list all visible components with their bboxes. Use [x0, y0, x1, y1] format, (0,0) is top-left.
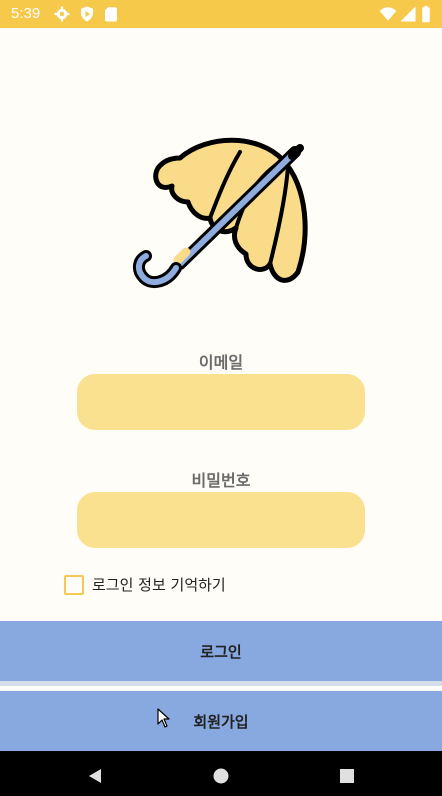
- recents-icon[interactable]: [338, 767, 356, 785]
- status-time: 5:39: [11, 5, 41, 22]
- signup-button[interactable]: 회원가입: [0, 691, 442, 751]
- email-input[interactable]: [77, 374, 365, 430]
- signal-icon: [400, 6, 416, 22]
- mouse-cursor-icon: [157, 708, 170, 728]
- umbrella-icon: [133, 137, 308, 289]
- login-button[interactable]: 로그인: [0, 621, 442, 681]
- home-icon[interactable]: [212, 767, 230, 785]
- remember-label: 로그인 정보 기억하기: [92, 576, 226, 594]
- remember-checkbox[interactable]: [64, 575, 84, 595]
- sd-card-icon: [105, 7, 117, 22]
- gear-icon: [54, 6, 70, 22]
- wifi-icon: [379, 7, 397, 21]
- battery-icon: [422, 5, 430, 23]
- button-divider: [0, 681, 442, 686]
- password-label: 비밀번호: [191, 471, 251, 490]
- login-button-label: 로그인: [200, 642, 242, 661]
- status-bar: 5:39: [0, 0, 442, 28]
- navigation-bar: [0, 751, 442, 796]
- play-protect-icon: [81, 6, 93, 22]
- back-icon[interactable]: [86, 767, 104, 785]
- password-input[interactable]: [77, 492, 365, 548]
- signup-button-label: 회원가입: [193, 712, 249, 731]
- email-label: 이메일: [198, 353, 244, 372]
